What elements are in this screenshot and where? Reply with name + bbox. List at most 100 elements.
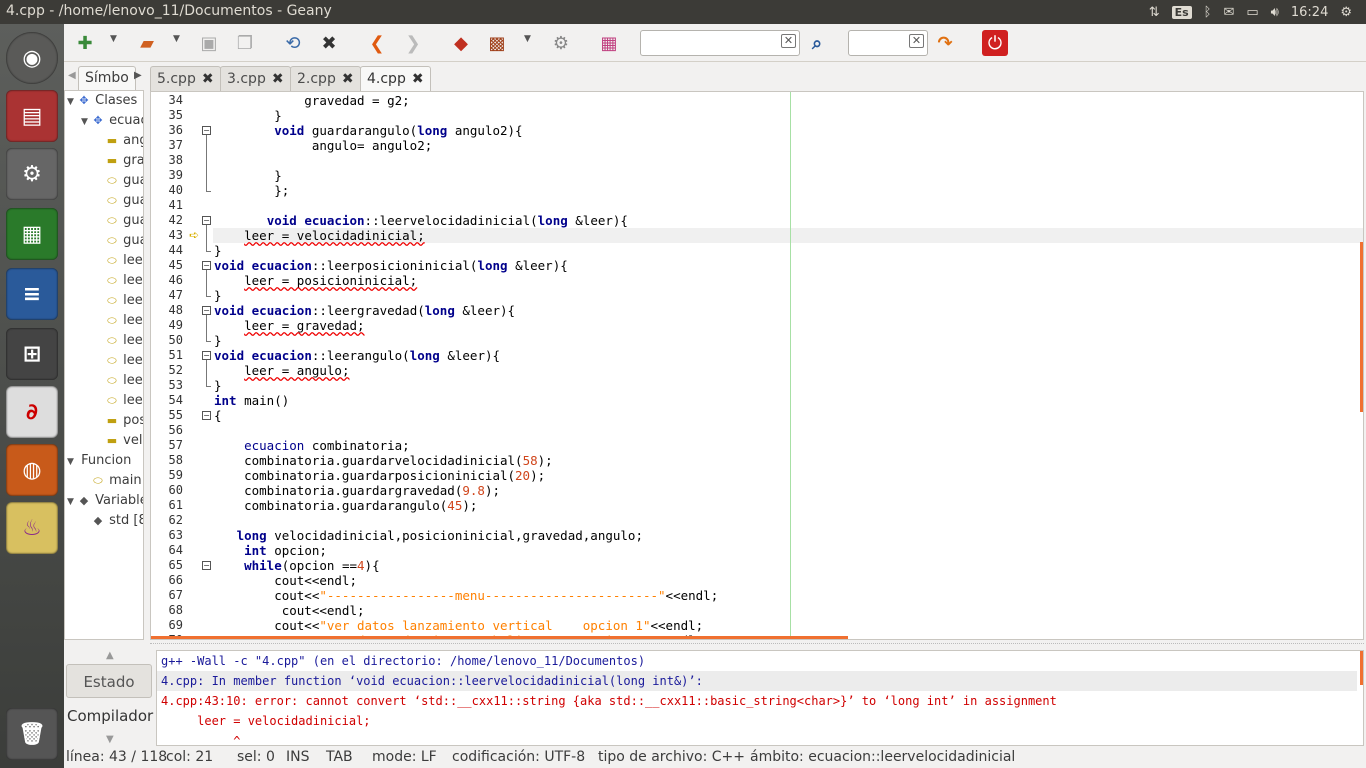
- new-file-icon[interactable]: ✚: [72, 30, 98, 56]
- expander-icon[interactable]: ▼: [67, 452, 77, 472]
- close-tab-icon[interactable]: ✖: [272, 71, 284, 87]
- open-file-icon[interactable]: ▰: [134, 30, 160, 56]
- symbol-tree-item[interactable]: ⬭ leer: [95, 391, 143, 411]
- symbol-tree-item[interactable]: ⬭ gua: [95, 191, 143, 211]
- compiler-message[interactable]: 4.cpp: In member function ‘void ecuacion…: [157, 671, 1357, 691]
- chevron-down-icon[interactable]: ▼: [173, 34, 180, 44]
- battery-icon[interactable]: ▭: [1246, 5, 1258, 20]
- symbol-tree-item[interactable]: ▬ velc: [95, 431, 143, 451]
- mail-icon[interactable]: ✉: [1223, 5, 1234, 20]
- volume-icon[interactable]: 🔊︎: [1271, 5, 1279, 20]
- search-input[interactable]: ✕: [640, 30, 800, 56]
- goto-line-icon[interactable]: ↷: [932, 30, 958, 56]
- horizontal-scrollbar-thumb[interactable]: [151, 636, 848, 639]
- libreoffice-writer-icon[interactable]: ≡: [6, 268, 58, 320]
- tab-file[interactable]: 2.cpp ✖: [290, 66, 361, 91]
- symbol-tree-item[interactable]: ⬭ gua: [95, 211, 143, 231]
- chevron-down-icon[interactable]: ▼: [110, 34, 117, 44]
- symbol-tree-label: leer: [123, 313, 143, 328]
- compiler-message[interactable]: g++ -Wall -c "4.cpp" (en el directorio: …: [161, 651, 645, 671]
- network-icon[interactable]: ⇅: [1149, 5, 1160, 20]
- symbol-tree-item[interactable]: ⬭ leer: [95, 331, 143, 351]
- symbol-tree-item[interactable]: ▼ Funcion: [67, 451, 131, 471]
- scroll-up-icon[interactable]: ▲: [106, 650, 114, 661]
- close-tab-icon[interactable]: ✖: [202, 71, 214, 87]
- keyboard-layout-indicator[interactable]: Es: [1171, 5, 1192, 19]
- symbol-tree-item[interactable]: ⬭ leer: [95, 251, 143, 271]
- pane-separator[interactable]: [150, 643, 1364, 647]
- symbol-tree-item[interactable]: ⬭ leer: [95, 271, 143, 291]
- scroll-down-icon[interactable]: ▼: [106, 734, 114, 745]
- revert-icon[interactable]: ⟲: [280, 30, 306, 56]
- tab-file[interactable]: 5.cpp ✖: [150, 66, 221, 91]
- expander-icon[interactable]: ▼: [81, 112, 91, 132]
- tab-compiler[interactable]: Compilador: [66, 698, 153, 732]
- search-icon[interactable]: ⌕: [804, 30, 830, 56]
- back-icon[interactable]: ❮: [364, 30, 390, 56]
- fold-toggle-icon[interactable]: −: [202, 351, 211, 360]
- symbol-tree-item[interactable]: ◆ std [8: [81, 511, 143, 531]
- symbol-tree-item[interactable]: ▼ ✥ Clases: [67, 91, 137, 111]
- fold-toggle-icon[interactable]: −: [202, 306, 211, 315]
- compiler-message[interactable]: ^: [161, 731, 240, 745]
- ubuntu-dash-icon[interactable]: ◉: [6, 32, 58, 84]
- clear-icon[interactable]: ✕: [909, 34, 924, 48]
- scrollbar-thumb[interactable]: [1360, 242, 1363, 412]
- close-tab-icon[interactable]: ✖: [342, 71, 354, 87]
- compiler-message[interactable]: 4.cpp:43:10: error: cannot convert ‘std:…: [161, 691, 1057, 711]
- compile-icon[interactable]: ◆: [448, 30, 474, 56]
- firefox-icon[interactable]: ◍: [6, 444, 58, 496]
- symbol-tree-item[interactable]: ▼ ✥ ecuac: [81, 111, 143, 132]
- color-chooser-icon[interactable]: ▦: [596, 30, 622, 56]
- fold-toggle-icon[interactable]: −: [202, 561, 211, 570]
- fold-toggle-icon[interactable]: −: [202, 411, 211, 420]
- symbol-tree-item[interactable]: ⬭ gua: [95, 231, 143, 251]
- execute-icon[interactable]: ⚙: [548, 30, 574, 56]
- symbol-tree-item[interactable]: ⬭ leer: [95, 351, 143, 371]
- tab-file[interactable]: 3.cpp ✖: [220, 66, 291, 91]
- quit-icon[interactable]: ⏻: [982, 30, 1008, 56]
- document-viewer-icon[interactable]: ∂: [6, 386, 58, 438]
- symbol-tree-item[interactable]: ▬ gra: [95, 151, 143, 171]
- save-icon[interactable]: ▣: [196, 30, 222, 56]
- files-icon[interactable]: ▤: [6, 90, 58, 142]
- trash-icon[interactable]: 🗑︎: [6, 708, 58, 760]
- compiler-message[interactable]: leer = velocidadinicial;: [161, 711, 370, 731]
- save-all-icon[interactable]: ❐: [232, 30, 258, 56]
- scroll-right-icon[interactable]: ▶: [134, 70, 142, 81]
- geany-icon[interactable]: ♨: [6, 502, 58, 554]
- fold-toggle-icon[interactable]: −: [202, 216, 211, 225]
- system-settings-icon[interactable]: ⚙: [6, 148, 58, 200]
- power-settings-icon[interactable]: ⚙: [1340, 5, 1352, 20]
- libreoffice-calc-icon[interactable]: ▦: [6, 208, 58, 260]
- close-file-icon[interactable]: ✖: [316, 30, 342, 56]
- symbol-tree-item[interactable]: ▼ ◆ Variable: [67, 491, 143, 512]
- tab-symbols[interactable]: Símbo: [78, 66, 136, 90]
- chevron-down-icon[interactable]: ▼: [524, 34, 531, 44]
- fold-toggle-icon[interactable]: −: [202, 126, 211, 135]
- close-tab-icon[interactable]: ✖: [412, 71, 424, 87]
- symbol-tree-item[interactable]: ▬ ang: [95, 131, 143, 151]
- tab-status[interactable]: Estado: [66, 664, 152, 698]
- compiler-output[interactable]: g++ -Wall -c "4.cpp" (en el directorio: …: [156, 650, 1364, 746]
- symbol-tree-item[interactable]: ⬭ leer: [95, 311, 143, 331]
- tab-file[interactable]: 4.cpp ✖: [360, 66, 431, 91]
- expander-icon[interactable]: ▼: [67, 92, 77, 112]
- forward-icon[interactable]: ❯: [400, 30, 426, 56]
- fold-toggle-icon[interactable]: −: [202, 261, 211, 270]
- build-icon[interactable]: ▩: [484, 30, 510, 56]
- clock[interactable]: 16:24: [1291, 5, 1328, 20]
- scroll-left-icon[interactable]: ◀: [68, 70, 76, 81]
- code-editor[interactable]: 34 35 36−37 38 39 40 41 42−43 ➪ 44 45−46 47 48−49 50 5…: [150, 91, 1364, 640]
- goto-line-input[interactable]: ✕: [848, 30, 928, 56]
- workspace-switcher-icon[interactable]: ⊞: [6, 328, 58, 380]
- symbol-tree-item[interactable]: ⬭ gua: [95, 171, 143, 191]
- symbol-tree-item[interactable]: ⬭ main: [81, 471, 141, 491]
- expander-icon[interactable]: ▼: [67, 492, 77, 512]
- symbol-tree-item[interactable]: ▬ pos: [95, 411, 143, 431]
- clear-icon[interactable]: ✕: [781, 34, 796, 48]
- symbol-tree-item[interactable]: ⬭ leer: [95, 291, 143, 311]
- scrollbar-thumb[interactable]: [1360, 651, 1363, 685]
- symbol-tree-item[interactable]: ⬭ leer: [95, 371, 143, 391]
- bluetooth-icon[interactable]: ᛒ: [1204, 5, 1212, 20]
